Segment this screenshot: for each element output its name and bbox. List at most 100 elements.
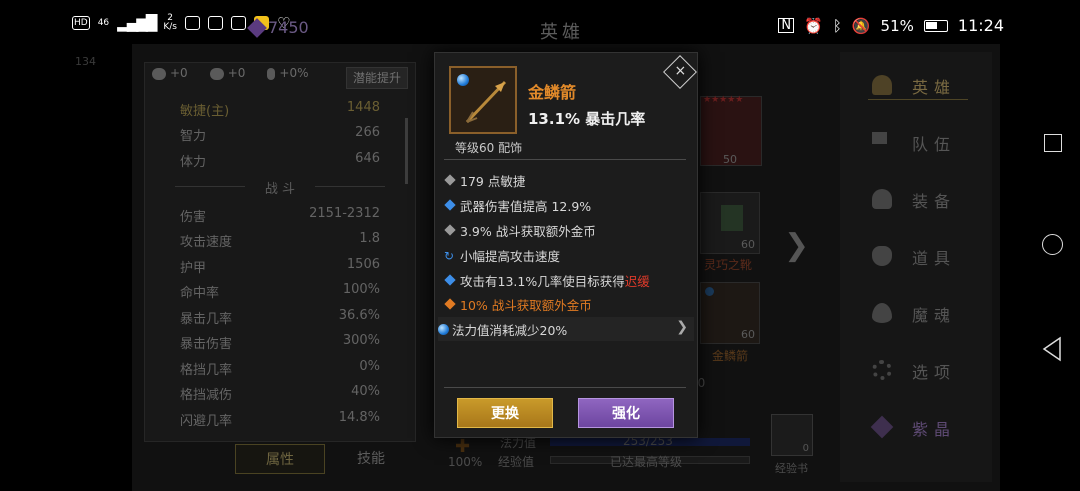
stat-row: 敏捷(主) 1448 (180, 100, 380, 119)
orange-diamond-icon (444, 298, 456, 310)
stat-name: 伤害 (180, 210, 207, 225)
menu-item-team[interactable]: 队伍 (868, 127, 968, 157)
item-level: 等级60 配饰 (455, 141, 523, 155)
lightning-icon (267, 67, 276, 80)
plus-icon: ✚ (455, 436, 471, 457)
stat-row: 暴击几率 36.6% (180, 308, 380, 327)
stat-value: 36.6% (338, 308, 380, 323)
swap-button[interactable]: 更换 (457, 398, 553, 428)
menu-item-soul[interactable]: 魔魂 (868, 298, 968, 328)
app-icon (184, 16, 200, 30)
clock: 11:24 (957, 16, 1004, 35)
stat-row: 护甲 1506 (180, 257, 380, 276)
stat-value: 0% (359, 359, 380, 374)
stat-value: 40% (351, 384, 380, 399)
arrow-slot-level: 60 (741, 328, 755, 341)
tab-attributes[interactable]: 属性 (235, 444, 325, 474)
item-attribute: ↻ 小幅提高攻击速度 (443, 243, 693, 267)
stat-row: 命中率 100% (180, 282, 380, 301)
battery-percent: 51% (880, 16, 914, 35)
socket-attribute-row[interactable]: 法力值消耗减少20% ❯ (438, 317, 694, 341)
divider (444, 159, 686, 160)
stat-name: 暴击几率 (180, 312, 233, 327)
stat-value: 1506 (346, 257, 380, 272)
stat-name: 命中率 (180, 286, 220, 301)
socket-gem-icon (438, 323, 449, 335)
menu-item-options[interactable]: 选项 (868, 355, 968, 385)
boots-icon (721, 205, 743, 231)
stat-row: 体力 646 (180, 151, 380, 170)
mute-icon: 🔕 (851, 16, 871, 35)
grey-diamond-icon (444, 224, 456, 236)
nfc-icon: N (778, 18, 795, 33)
flame-icon (872, 303, 892, 323)
menu-item-label: 紫晶 (912, 420, 957, 439)
menu-item-items[interactable]: 道具 (868, 241, 968, 271)
item-attribute: 10% 战斗获取额外金币 (443, 292, 693, 316)
menu-item-label: 道具 (912, 249, 957, 268)
stat-name: 暴击伤害 (180, 337, 233, 352)
buff-strength: +0 (152, 66, 188, 80)
item-attribute: 3.9% 战斗获取额外金币 (443, 218, 693, 242)
item-icon-frame (449, 66, 517, 134)
stat-value: 100% (342, 282, 380, 297)
item-attribute-text: 3.9% 战斗获取额外金币 (460, 223, 596, 239)
stat-name: 格挡几率 (180, 363, 233, 378)
potential-upgrade-button[interactable]: 潜能提升 (346, 67, 408, 89)
app2-icon (230, 16, 246, 30)
enhance-button[interactable]: 强化 (578, 398, 674, 428)
back-button[interactable] (1038, 334, 1068, 364)
item-name: 金鳞箭 (528, 83, 577, 102)
stat-value: 2151-2312 (309, 206, 380, 221)
exp-label: 经验值 (498, 455, 535, 469)
menu-item-equipment[interactable]: 装备 (868, 184, 968, 214)
buff-health: +0 (209, 66, 245, 80)
alarm-icon: ⏰ (804, 16, 823, 35)
stats-scrollbar[interactable] (405, 118, 408, 184)
gem-counter: 7450 (247, 17, 309, 38)
home-button[interactable] (1038, 230, 1068, 260)
heart-icon (209, 67, 224, 80)
mail-icon (207, 16, 223, 30)
stat-row: 格挡减伤 40% (180, 384, 380, 403)
item-attribute-text: 武器伤害值提高 12.9% (460, 198, 592, 214)
item-attribute-text: 小幅提高攻击速度 (460, 248, 561, 264)
buff-power-value: +0% (279, 66, 309, 80)
blue-diamond-icon (444, 274, 456, 286)
equip-slot-boots[interactable]: 60 (700, 192, 760, 254)
equip-slot-arrow[interactable]: 60 (700, 282, 760, 344)
page-title: 英雄 (540, 22, 584, 43)
exp-value: 已达最高等级 (610, 455, 683, 469)
menu-item-hero[interactable]: 英雄 (868, 70, 968, 100)
stat-value: 266 (355, 125, 380, 140)
stat-name: 护甲 (180, 261, 207, 276)
menu-item-label: 装备 (912, 192, 957, 211)
buff-power: +0% (267, 66, 309, 80)
stat-value: 646 (355, 151, 380, 166)
close-icon: × (674, 63, 687, 80)
exp-book-icon[interactable]: 0 (771, 414, 813, 456)
stat-value: 300% (342, 333, 380, 348)
menu-item-amethyst[interactable]: 紫晶 (868, 412, 968, 442)
stat-name: 闪避几率 (180, 414, 233, 429)
gem-count: 7450 (268, 18, 309, 37)
recent-apps-button[interactable] (1038, 128, 1068, 158)
hero-portrait[interactable]: ★★★★★ 50 (700, 95, 762, 166)
item-attribute-text: 攻击有13.1%几率使目标获得 (460, 273, 625, 289)
status-right: N ⏰ ᛒ 🔕 51% 11:24 (778, 16, 1004, 35)
buff-strength-value: +0 (170, 66, 188, 80)
tab-skills[interactable]: 技能 (326, 444, 416, 474)
stat-row: 伤害 2151-2312 (180, 206, 380, 225)
gear-icon (872, 360, 892, 380)
buff-row: +0 +0 +0% (152, 66, 309, 80)
network-indicator: 46 (97, 18, 110, 28)
divider (444, 387, 686, 388)
net-speed: 2 K/s (163, 14, 177, 32)
item-attribute: 攻击有13.1%几率使目标获得 迟缓 (443, 268, 693, 292)
stat-row: 暴击伤害 300% (180, 333, 380, 352)
bluetooth-icon: ᛒ (832, 16, 842, 35)
stat-name: 敏捷(主) (180, 104, 230, 119)
stat-name: 智力 (180, 129, 207, 144)
next-arrow-icon[interactable]: ❯ (784, 228, 809, 263)
stat-row: 闪避几率 14.8% (180, 410, 380, 429)
